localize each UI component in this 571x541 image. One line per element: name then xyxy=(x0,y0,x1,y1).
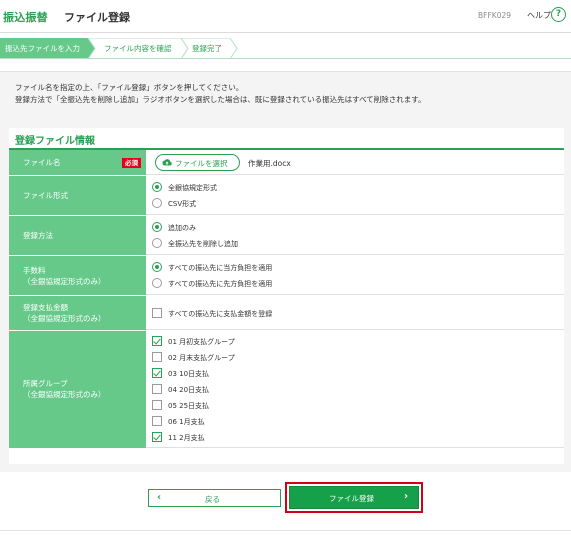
field-label-note: （全銀協規定形式のみ） xyxy=(23,277,106,286)
field-label: ファイル名 xyxy=(23,158,61,167)
option-label: 03 10日支払 xyxy=(168,370,210,378)
checkbox-group-05[interactable] xyxy=(152,400,162,410)
field-label: 手数料 xyxy=(23,266,46,275)
row-group: 所属グループ （全銀協規定形式のみ） xyxy=(9,331,564,449)
option-label: すべての振込先に当方負担を適用 xyxy=(168,264,273,272)
cloud-upload-icon xyxy=(162,159,172,166)
checkbox-register-amount[interactable] xyxy=(152,308,162,318)
row-file-format: ファイル形式 xyxy=(9,176,564,216)
selected-file-name: 作業用.docx xyxy=(248,159,291,168)
checkbox-group-01[interactable] xyxy=(152,336,162,346)
help-link[interactable]: ヘルプ xyxy=(527,10,551,21)
row-label: ファイル名 必須 xyxy=(9,150,146,175)
field-label: 所属グループ xyxy=(23,379,68,388)
header: 振込振替 ファイル登録 BFFK029 ヘルプ ? xyxy=(0,0,571,33)
file-select-button[interactable]: ファイルを選択 xyxy=(155,154,240,171)
field-label: 登録支払金額 xyxy=(23,303,68,312)
step-1-label: 振込先ファイルを入力 xyxy=(5,44,80,53)
checkbox-group-06[interactable] xyxy=(152,416,162,426)
bottom-divider xyxy=(0,530,571,531)
required-badge: 必須 xyxy=(122,158,141,168)
option-label: 全振込先を削除し追加 xyxy=(168,240,238,248)
row-label: 手数料 （全銀協規定形式のみ） xyxy=(9,256,146,295)
radio-fee-payer-recipient[interactable] xyxy=(152,278,162,288)
chevron-left-icon: ‹ xyxy=(157,492,162,503)
step-indicator-shapes xyxy=(0,38,571,59)
brand-label: 振込振替 xyxy=(3,11,48,24)
chevron-right-icon: › xyxy=(404,491,409,502)
radio-csv-format[interactable] xyxy=(152,198,162,208)
field-label: 登録方法 xyxy=(23,231,53,240)
field-label-note: （全銀協規定形式のみ） xyxy=(23,314,106,323)
field-label: ファイル形式 xyxy=(23,191,68,200)
option-label: すべての振込先に先方負担を適用 xyxy=(168,280,273,288)
row-label: 所属グループ （全銀協規定形式のみ） xyxy=(9,331,146,448)
option-label: 01 月初支払グループ xyxy=(168,338,235,346)
register-button-label: ファイル登録 xyxy=(329,494,374,503)
option-label: 追加のみ xyxy=(168,224,196,232)
option-label: すべての振込先に支払金額を登録 xyxy=(168,310,273,318)
page: 振込振替 ファイル登録 BFFK029 ヘルプ ? 振込先ファイルを入力 ファイ… xyxy=(0,0,571,541)
checkbox-group-04[interactable] xyxy=(152,384,162,394)
row-label: ファイル形式 xyxy=(9,176,146,215)
option-label: 02 月末支払グループ xyxy=(168,354,235,362)
row-fee: 手数料 （全銀協規定形式のみ） xyxy=(9,256,564,296)
option-label: 05 25日支払 xyxy=(168,402,210,410)
section-title: 登録ファイル情報 xyxy=(15,136,95,147)
row-value xyxy=(146,256,564,295)
option-label: 06 1月支払 xyxy=(168,418,205,426)
instruction-text: ファイル名を指定の上、「ファイル登録」ボタンを押してください。 xyxy=(15,83,244,92)
radio-fee-payer-self[interactable] xyxy=(152,262,162,272)
row-value xyxy=(146,176,564,215)
help-icon[interactable]: ? xyxy=(551,7,566,22)
option-label: 全銀協規定形式 xyxy=(168,184,217,192)
row-label: 登録方法 xyxy=(9,216,146,255)
instruction-text: 登録方法で「全振込先を削除し追加」ラジオボタンを選択した場合は、既に登録されてい… xyxy=(15,95,426,104)
row-register-method: 登録方法 xyxy=(9,216,564,256)
back-button-label: 戻る xyxy=(205,495,220,504)
row-payment-amount: 登録支払金額 （全銀協規定形式のみ） xyxy=(9,296,564,331)
radio-add-only[interactable] xyxy=(152,222,162,232)
row-value xyxy=(146,216,564,255)
option-label: 04 20日支払 xyxy=(168,386,210,394)
radio-zengin-format[interactable] xyxy=(152,182,162,192)
radio-delete-all-and-add[interactable] xyxy=(152,238,162,248)
file-select-label: ファイルを選択 xyxy=(175,159,228,168)
step-3-label: 登録完了 xyxy=(192,44,222,53)
field-label-note: （全銀協規定形式のみ） xyxy=(23,390,106,399)
option-label: CSV形式 xyxy=(168,200,197,208)
page-title: ファイル登録 xyxy=(64,11,130,24)
step-2-label: ファイル内容を確認 xyxy=(104,44,172,53)
file-register-button[interactable]: ファイル登録 › xyxy=(289,486,419,509)
checkbox-group-11[interactable] xyxy=(152,432,162,442)
screen-id: BFFK029 xyxy=(478,11,512,20)
checkbox-group-03[interactable] xyxy=(152,368,162,378)
step-indicator: 振込先ファイルを入力 ファイル内容を確認 登録完了 xyxy=(0,38,571,59)
row-label: 登録支払金額 （全銀協規定形式のみ） xyxy=(9,296,146,330)
option-label: 11 2月支払 xyxy=(168,434,205,442)
checkbox-group-02[interactable] xyxy=(152,352,162,362)
back-button[interactable]: ‹ 戻る xyxy=(148,489,281,507)
